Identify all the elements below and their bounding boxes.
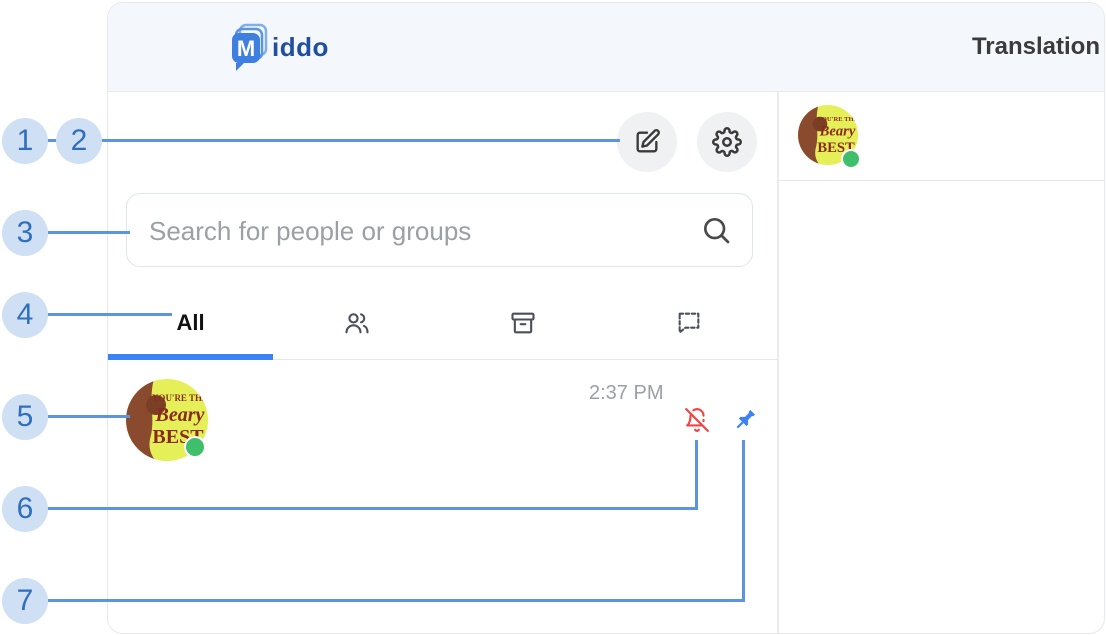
app-window: M iddo Translation Search for people or …: [107, 2, 1105, 634]
svg-text:YOU'RE THE: YOU'RE THE: [152, 393, 208, 403]
users-icon: [344, 313, 369, 334]
svg-text:Beary: Beary: [155, 404, 205, 426]
search-box: [126, 193, 753, 268]
header-title: Translation: [971, 33, 1100, 60]
annotation-line-4: [48, 313, 172, 316]
logo-icon: M: [232, 23, 268, 71]
gear-icon: [712, 127, 742, 157]
online-indicator: [841, 149, 861, 169]
online-indicator: [184, 436, 206, 458]
chat-list-item[interactable]: YOU'RE THE Beary BEST 2:37 PM: [108, 374, 777, 474]
annotation-line-7-vertical: [742, 440, 745, 602]
pin-icon[interactable]: [732, 407, 758, 433]
conversation-tabs: All: [108, 287, 777, 360]
top-bar: M iddo Translation: [108, 3, 1104, 92]
chat-panel: YOU'RE THE Beary BEST: [779, 92, 1104, 633]
marker-5: 5: [2, 394, 48, 440]
annotation-line-2: [48, 139, 620, 142]
chat-header: YOU'RE THE Beary BEST: [779, 92, 1104, 181]
search-icon[interactable]: [700, 214, 732, 246]
annotation-line-5: [48, 415, 130, 418]
tab-all-label: All: [176, 310, 205, 335]
dashed-message-icon: [678, 312, 699, 334]
conversation-sidebar: All: [108, 92, 779, 633]
edit-icon: [636, 129, 660, 153]
tab-waiting[interactable]: [606, 287, 771, 359]
svg-text:Beary: Beary: [819, 124, 856, 140]
marker-4: 4: [2, 292, 48, 338]
marker-6: 6: [2, 486, 48, 532]
archive-icon: [510, 312, 535, 334]
tab-archived[interactable]: [440, 287, 605, 359]
marker-7: 7: [2, 578, 48, 624]
middo-logo[interactable]: M iddo: [230, 23, 329, 71]
new-message-button[interactable]: [617, 112, 677, 172]
logo-text: iddo: [272, 31, 329, 62]
marker-2: 2: [56, 118, 102, 164]
chat-time: 2:37 PM: [589, 382, 664, 404]
annotation-line-6-vertical: [695, 440, 698, 510]
tab-all[interactable]: All: [108, 287, 273, 360]
bell-off-icon[interactable]: [684, 407, 710, 433]
annotation-line-6: [48, 507, 698, 510]
search-input[interactable]: [147, 194, 691, 268]
active-tab-indicator: [108, 354, 273, 360]
tab-groups[interactable]: [274, 287, 439, 359]
logo-letter: M: [237, 36, 255, 61]
annotation-line-3: [48, 231, 130, 234]
marker-1: 1: [2, 118, 48, 164]
settings-button[interactable]: [697, 112, 757, 172]
annotation-line-7: [48, 599, 745, 602]
svg-text:YOU'RE THE: YOU'RE THE: [817, 116, 858, 123]
marker-3: 3: [2, 210, 48, 256]
